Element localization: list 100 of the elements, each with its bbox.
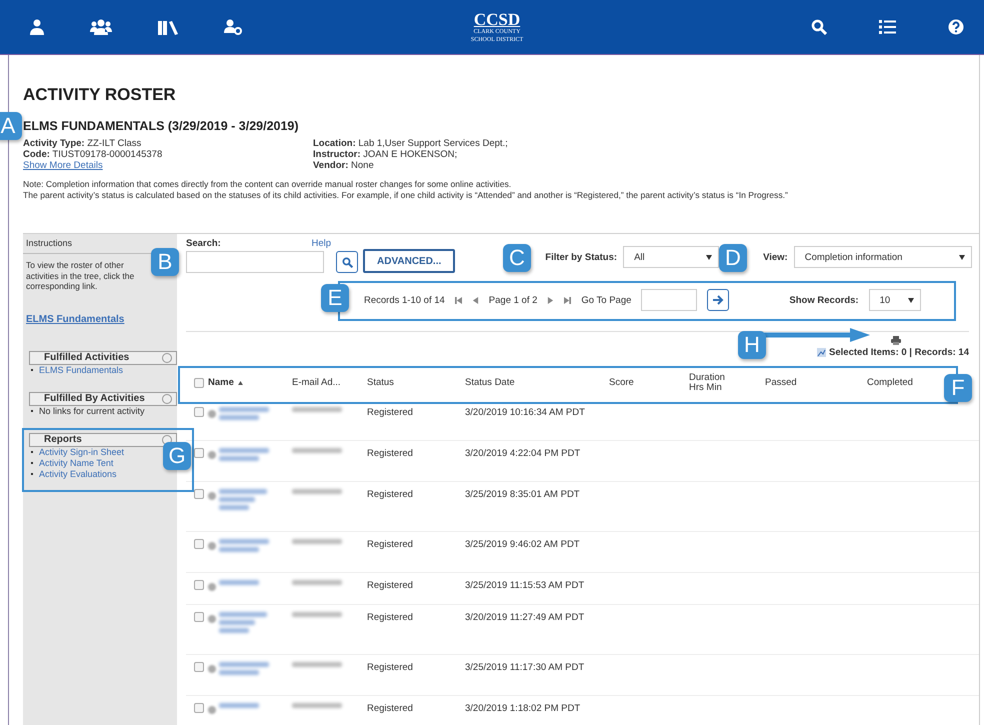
previous-page-icon[interactable] (472, 296, 479, 304)
status-cell-text: Registered (367, 407, 414, 418)
row-checkbox[interactable] (194, 612, 204, 622)
avatar-icon (208, 665, 216, 673)
person-gear-icon[interactable] (224, 19, 242, 35)
print-icon[interactable] (891, 336, 901, 345)
last-page-icon[interactable] (564, 296, 572, 304)
show-more-link[interactable]: Show More Details (23, 160, 103, 171)
callout-label: G (163, 442, 191, 470)
avatar-icon (208, 706, 216, 714)
note-text: The parent activity’s status is calculated based on the statuses of its child activities. For example, if one child activity is “Attended” and another is “Registered,” the parent activity’s status is “In Progress.” (23, 190, 789, 201)
select-all-checkbox[interactable] (194, 378, 204, 388)
avatar-icon (208, 492, 216, 500)
help-icon[interactable] (948, 19, 964, 35)
report-link[interactable]: ELMS Fundamentals (39, 364, 124, 376)
page-title: ACTIVITY ROSTER (23, 85, 177, 105)
show-records-label: Show Records: (789, 294, 859, 306)
records-dropdown[interactable]: 10 (868, 289, 921, 311)
go-button[interactable] (707, 289, 730, 311)
group-icon[interactable] (90, 19, 112, 35)
activity-detail: Location: Lab 1,User Support Services Dept.; (313, 138, 509, 149)
search-field[interactable] (186, 251, 324, 273)
search-button[interactable] (336, 251, 358, 273)
column-header[interactable]: Passed (765, 378, 797, 388)
view-label: View: (763, 252, 788, 262)
status-cell-text: Registered (367, 580, 414, 591)
callout-label: B (151, 248, 179, 276)
date-cell-text: 3/25/2019 11:15:53 AM PDT (465, 580, 586, 591)
callout-label: H (738, 331, 766, 359)
callout-label: D (719, 244, 747, 272)
advanced-button[interactable]: ADVANCED... (363, 249, 456, 273)
caret-icon (908, 298, 914, 302)
chart-icon (817, 348, 826, 357)
page-number-field[interactable] (641, 289, 698, 311)
blurred-name (219, 612, 267, 633)
blurred-name (219, 448, 269, 461)
avatar-icon (208, 615, 216, 623)
section-header[interactable]: Fulfilled By Activities (29, 392, 177, 406)
blurred-name (219, 489, 267, 510)
date-cell-text: 3/20/2019 1:18:02 PM PDT (465, 703, 582, 714)
column-header[interactable]: Score (609, 378, 634, 388)
column-header[interactable]: E-mail Ad... (292, 378, 341, 388)
next-page-icon[interactable] (547, 296, 554, 304)
status-cell-text: Registered (367, 703, 414, 714)
activity-detail: Activity Type: ZZ-ILT Class (23, 138, 142, 149)
date-cell-text: 3/25/2019 9:46:02 AM PDT (465, 539, 581, 550)
instructions-text: To view the roster of other activities in the tree, click the corresponding link. (26, 260, 136, 292)
row-checkbox[interactable] (194, 407, 204, 417)
view-dropdown[interactable]: Completion information (794, 246, 972, 268)
row-checkbox[interactable] (194, 539, 204, 549)
report-link[interactable]: Activity Sign-in Sheet (39, 446, 124, 458)
activity-title: ELMS FUNDAMENTALS (3/29/2019 - 3/29/2019) (23, 119, 300, 133)
column-header[interactable]: Status (367, 378, 394, 388)
row-checkbox[interactable] (194, 489, 204, 499)
person-icon[interactable] (30, 19, 44, 35)
activity-detail: Instructor: JOAN E HOKENSON; (313, 149, 458, 160)
row-checkbox[interactable] (194, 703, 204, 713)
blurred-name (219, 662, 269, 675)
status-cell-text: Registered (367, 612, 414, 623)
column-header[interactable]: Duration Hrs Min (689, 373, 725, 393)
column-header[interactable]: Completed (867, 378, 913, 388)
row-checkbox[interactable] (194, 580, 204, 590)
page-indicator: Page 1 of 2 (488, 294, 538, 306)
avatar-icon (208, 583, 216, 591)
status-dropdown[interactable]: All (623, 246, 720, 268)
help-link[interactable]: Help (311, 238, 331, 249)
row-checkbox[interactable] (194, 662, 204, 672)
date-cell-text: 3/25/2019 8:35:01 AM PDT (465, 489, 581, 500)
first-page-icon[interactable] (454, 296, 462, 304)
activity-detail: Vendor: None (313, 160, 375, 171)
status-cell-text: Registered (367, 539, 414, 550)
column-header[interactable]: Status Date (465, 378, 515, 388)
report-link[interactable]: Activity Evaluations (39, 468, 117, 480)
search-icon[interactable] (811, 19, 827, 35)
status-cell-text: Registered (367, 489, 414, 500)
status-cell-text: Registered (367, 662, 414, 673)
callout-label: F (944, 374, 972, 402)
callout-label: E (321, 284, 349, 312)
search-icon (342, 256, 352, 268)
avatar-icon (208, 410, 216, 418)
avatar-icon (208, 451, 216, 459)
status-cell-text: Registered (367, 448, 414, 459)
filter-label: Filter by Status: (545, 252, 618, 262)
empty-message: No links for current activity (39, 406, 145, 416)
activity-link[interactable]: ELMS Fundamentals (26, 314, 124, 324)
note-text: Note: Completion information that comes directly from the content can override manual roster changes for some online activities. (23, 179, 512, 190)
avatar-icon (208, 542, 216, 550)
records-count: Records 1-10 of 14 (364, 294, 445, 306)
section-header[interactable]: Fulfilled Activities (29, 350, 177, 364)
books-icon[interactable] (158, 19, 178, 35)
callout-label: A (0, 112, 22, 140)
column-header[interactable]: Name (208, 378, 243, 388)
report-link[interactable]: Activity Name Tent (39, 458, 114, 468)
blurred-name (219, 407, 269, 420)
row-checkbox[interactable] (194, 448, 204, 458)
blurred-name (219, 539, 269, 552)
list-icon[interactable] (879, 20, 896, 34)
date-cell-text: 3/20/2019 11:27:49 AM PDT (465, 612, 586, 623)
selection-summary: Selected Items: 0 | Records: 14 (829, 347, 969, 358)
section-header[interactable]: Reports (29, 432, 177, 446)
